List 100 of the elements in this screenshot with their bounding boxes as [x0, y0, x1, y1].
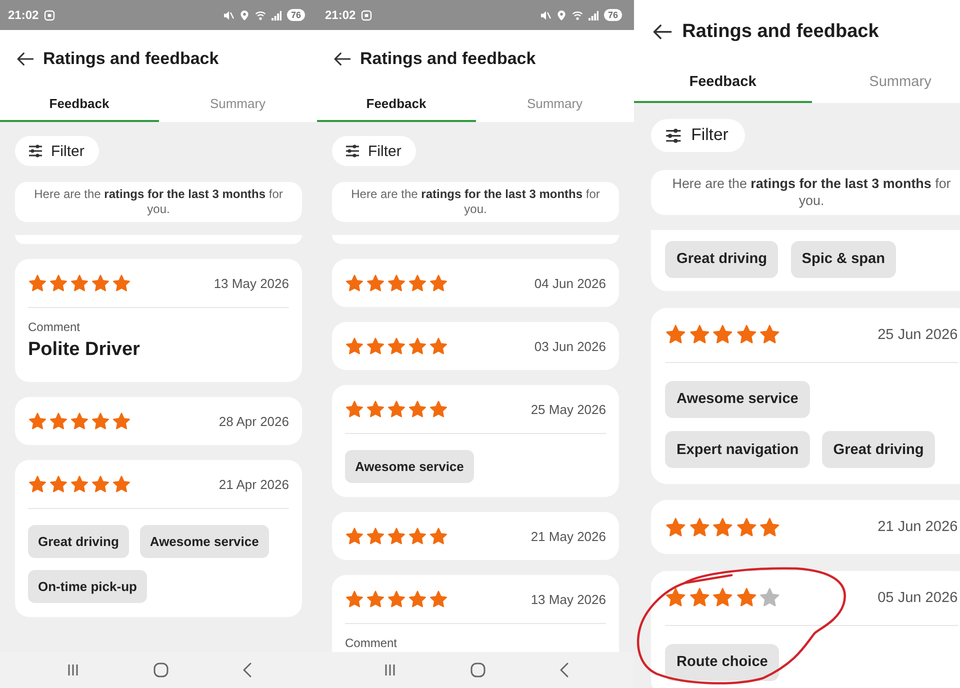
- star-icon: [759, 324, 781, 346]
- sliders-icon: [345, 144, 360, 158]
- star-icon: [28, 274, 47, 292]
- star-icon: [366, 590, 385, 608]
- battery-level: 76: [286, 9, 305, 21]
- back-arrow-icon[interactable]: [652, 24, 672, 40]
- page-title: Ratings and feedback: [43, 48, 219, 68]
- status-time: 21:02: [325, 8, 356, 22]
- star-icon: [345, 400, 364, 418]
- rating-date: 28 Apr 2026: [218, 414, 289, 428]
- star-icon: [387, 336, 406, 356]
- star-icon: [49, 474, 68, 494]
- rating-date: 05 Jun 2026: [878, 590, 958, 606]
- star-icon: [49, 274, 68, 292]
- page-title: Ratings and feedback: [360, 48, 536, 68]
- feedback-tag: Expert navigation: [665, 431, 810, 468]
- rating-date: 04 Jun 2026: [534, 276, 606, 290]
- wifi-icon: [254, 10, 266, 20]
- comment-label: Comment: [28, 320, 82, 334]
- back-icon[interactable]: [242, 662, 252, 678]
- feedback-tag: Great driving: [822, 431, 936, 468]
- comment-text: Polite Driver: [28, 338, 141, 362]
- feedback-tag: On-time pick-up: [28, 570, 147, 603]
- star-icon: [429, 400, 448, 418]
- star-icon: [28, 474, 47, 494]
- star-icon: [665, 516, 687, 538]
- home-icon[interactable]: [152, 662, 168, 678]
- star-icon: [49, 412, 68, 430]
- recent-apps-icon[interactable]: [66, 663, 80, 677]
- info-banner: Here are the ratings for the last 3 months for you.: [15, 182, 302, 222]
- star-icon: [712, 516, 734, 538]
- home-icon[interactable]: [470, 662, 486, 678]
- star-icon: [91, 474, 110, 494]
- sliders-icon: [28, 144, 43, 158]
- star-icon: [408, 336, 427, 356]
- signal-icon: [270, 10, 282, 20]
- star-icon: [665, 324, 687, 346]
- star-icon: [408, 274, 427, 292]
- star-icon: [70, 274, 89, 292]
- star-icon: [429, 526, 448, 546]
- wifi-icon: [572, 10, 583, 20]
- star-icon: [345, 274, 364, 292]
- rating-date: 21 May 2026: [530, 528, 606, 544]
- rating-date: 03 Jun 2026: [534, 338, 606, 354]
- star-icon: [70, 474, 89, 494]
- star-icon: [736, 324, 758, 346]
- star-icon: [712, 324, 734, 346]
- star-icon: [429, 336, 448, 356]
- feedback-tag: Awesome service: [345, 450, 474, 483]
- star-icon: [345, 590, 364, 608]
- location-icon: [556, 10, 567, 20]
- star-icon: [91, 274, 110, 292]
- star-icon: [759, 516, 781, 538]
- star-icon: [408, 526, 427, 546]
- star-icon: [759, 587, 781, 608]
- star-icon: [366, 336, 385, 356]
- page-title: Ratings and feedback: [682, 20, 879, 43]
- star-icon: [387, 590, 406, 608]
- sliders-icon: [665, 128, 682, 144]
- star-icon: [712, 587, 734, 608]
- star-icon: [28, 412, 47, 430]
- star-icon: [408, 400, 427, 418]
- recent-apps-icon[interactable]: [382, 663, 396, 677]
- rating-date: 25 May 2026: [530, 402, 606, 416]
- back-arrow-icon[interactable]: [16, 52, 34, 66]
- star-icon: [429, 590, 448, 608]
- star-icon: [366, 400, 385, 418]
- star-icon: [688, 516, 710, 538]
- status-time: 21:02: [8, 8, 39, 22]
- rating-date: 13 May 2026: [214, 276, 289, 290]
- star-icon: [736, 587, 758, 608]
- battery-level: 76: [604, 9, 622, 21]
- feedback-tag: Great driving: [28, 525, 129, 558]
- location-icon: [238, 10, 250, 20]
- star-icon: [112, 274, 131, 292]
- signal-icon: [588, 10, 599, 20]
- feedback-tag: Route choice: [665, 644, 780, 681]
- star-icon: [387, 274, 406, 292]
- star-icon: [112, 474, 131, 494]
- info-banner: Here are the ratings for the last 3 months for you.: [650, 170, 960, 215]
- feedback-tag: Awesome service: [140, 525, 269, 558]
- rating-date: 13 May 2026: [530, 592, 606, 606]
- rating-date: 25 Jun 2026: [878, 326, 958, 343]
- star-icon: [688, 324, 710, 346]
- back-arrow-icon[interactable]: [333, 52, 351, 66]
- back-icon[interactable]: [558, 662, 568, 678]
- star-icon: [387, 400, 406, 418]
- filter-button[interactable]: Filter: [650, 118, 746, 152]
- star-icon: [345, 336, 364, 356]
- star-icon: [688, 587, 710, 608]
- star-icon: [70, 412, 89, 430]
- comment-label: Comment: [345, 636, 398, 650]
- star-icon: [366, 274, 385, 292]
- star-icon: [736, 516, 758, 538]
- filter-button[interactable]: Filter: [332, 136, 416, 166]
- star-icon: [112, 412, 131, 430]
- filter-button[interactable]: Filter: [15, 136, 100, 166]
- feedback-tag: Spic & span: [790, 240, 896, 278]
- rating-date: 21 Jun 2026: [878, 519, 958, 536]
- mute-icon: [540, 10, 551, 20]
